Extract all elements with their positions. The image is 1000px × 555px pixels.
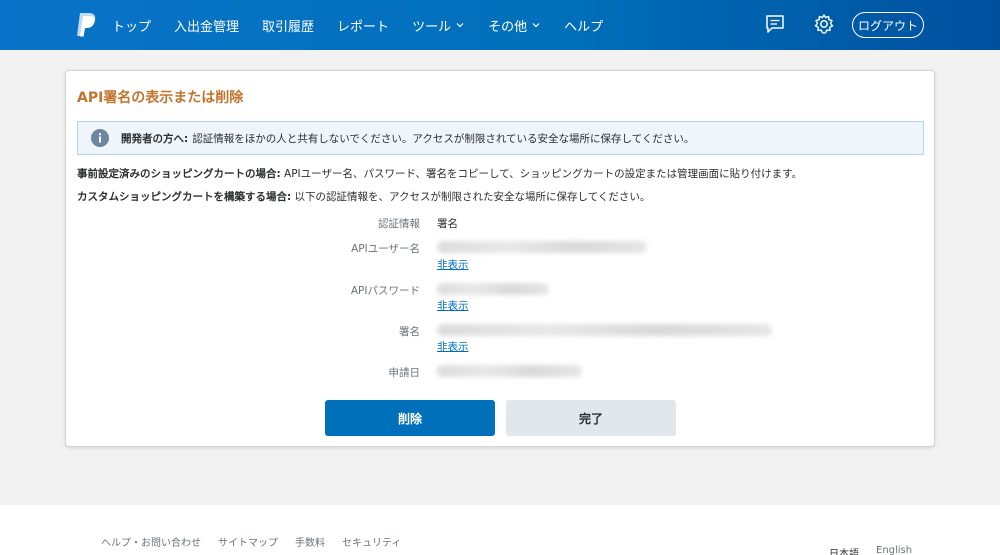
done-button[interactable]: 完了 [506,400,676,436]
gear-icon[interactable] [813,13,835,35]
page-title: API署名の表示または削除 [77,90,244,106]
preset-cart-instructions: 事前設定済みのショッピングカートの場合: APIユーザー名、パスワード、署名をコ… [77,168,803,180]
nav-money-management[interactable]: 入出金管理 [174,16,239,35]
credentials-value: 署名 [437,218,458,230]
signature-value-masked [437,324,772,336]
paypal-logo-icon[interactable] [74,12,98,38]
hide-signature-link[interactable]: 非表示 [437,339,469,354]
nav-reports[interactable]: レポート [337,16,389,35]
api-signature-card: API署名の表示または削除 開発者の方へ: 認証情報をほかの人と共有しないでくだ… [65,70,935,447]
message-icon[interactable] [764,13,786,35]
api-username-label: APIユーザー名 [351,243,420,255]
main-nav: トップ 入出金管理 取引履歴 レポート ツール その他 ヘルプ [112,0,626,50]
info-icon [91,129,109,147]
nav-transaction-history[interactable]: 取引履歴 [262,16,314,35]
logout-button[interactable]: ログアウト [852,12,924,38]
footer-link-sitemap[interactable]: サイトマップ [218,534,278,549]
top-navigation-bar: トップ 入出金管理 取引履歴 レポート ツール その他 ヘルプ ログアウト [0,0,1000,50]
notice-text: 認証情報をほかの人と共有しないでください。アクセスが制限されている安全な場所に保… [192,132,695,145]
hide-api-password-link[interactable]: 非表示 [437,298,469,313]
request-date-label: 申請日 [388,367,421,379]
nav-help[interactable]: ヘルプ [564,16,603,35]
hide-api-username-link[interactable]: 非表示 [437,257,469,272]
api-username-value-masked [437,241,647,253]
signature-label: 署名 [399,326,420,338]
language-english[interactable]: English [876,545,912,555]
footer: ヘルプ・お問い合わせ サイトマップ 手数料 セキュリティ 日本語 English [0,505,1000,555]
nav-top[interactable]: トップ [112,16,151,35]
credentials-label: 認証情報 [378,218,420,230]
footer-link-fees[interactable]: 手数料 [295,534,325,549]
footer-links: ヘルプ・お問い合わせ サイトマップ 手数料 セキュリティ [101,534,418,549]
notice-bold: 開発者の方へ: [121,132,189,145]
chevron-down-icon [456,23,464,28]
custom-cart-instructions: カスタムショッピングカートを構築する場合: 以下の認証情報を、アクセスが制限され… [77,191,651,203]
api-password-value-masked [437,283,549,295]
language-japanese[interactable]: 日本語 [829,545,859,555]
nav-other[interactable]: その他 [488,16,541,35]
chevron-down-icon [532,23,540,28]
nav-tools[interactable]: ツール [412,16,465,35]
delete-button[interactable]: 削除 [325,400,495,436]
footer-link-help[interactable]: ヘルプ・お問い合わせ [101,534,201,549]
footer-link-security[interactable]: セキュリティ [342,534,401,549]
request-date-value-masked [437,365,582,377]
api-password-label: APIパスワード [350,285,420,297]
developer-notice: 開発者の方へ: 認証情報をほかの人と共有しないでください。アクセスが制限されてい… [77,121,924,155]
